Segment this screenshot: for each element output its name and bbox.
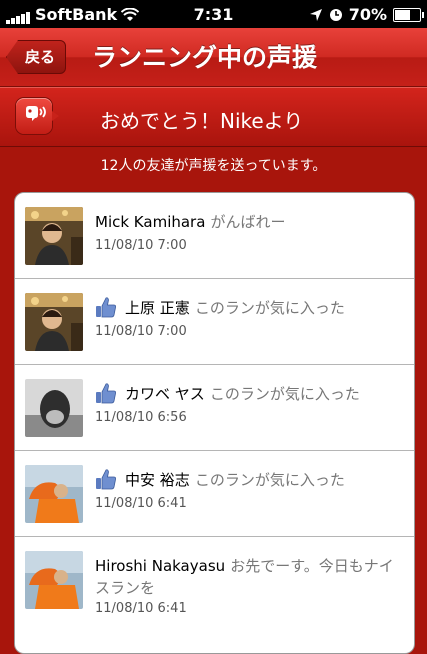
like-thumbs-up-icon — [96, 383, 116, 404]
timestamp: 11/08/10 6:41 — [95, 496, 187, 511]
timestamp: 11/08/10 6:56 — [95, 410, 187, 425]
status-right-group: 70% — [309, 5, 424, 24]
cheer-banner[interactable]: おめでとう！Nikeより — [0, 87, 427, 147]
alarm-icon — [329, 8, 342, 21]
friend-name: Hiroshi Nakayasu — [95, 557, 226, 575]
status-bar: SoftBank 7:31 70% — [0, 0, 427, 28]
item-text: カワベ ヤス このランが気に入った — [125, 383, 404, 405]
item-text: Hiroshi Nakayasu お先でーす。今日もナイスランを — [95, 555, 404, 599]
back-button[interactable]: 戻る — [6, 40, 67, 74]
avatar — [25, 551, 83, 609]
timestamp: 11/08/10 6:41 — [95, 601, 187, 616]
friends-count-text: 12人の友達が声援を送っています。 — [100, 158, 327, 174]
friend-name: Mick Kamihara — [95, 213, 206, 231]
battery-icon — [393, 7, 424, 22]
cheer-message: がんばれー — [210, 213, 286, 231]
cheer-list: Mick Kamihara がんばれー 11/08/10 7:00 上原 正憲 … — [14, 192, 415, 654]
cheer-message: このランが気に入った — [209, 385, 360, 403]
timestamp: 11/08/10 7:00 — [95, 238, 187, 253]
item-text: 上原 正憲 このランが気に入った — [125, 297, 404, 319]
like-thumbs-up-icon — [96, 469, 116, 490]
list-item[interactable]: 上原 正憲 このランが気に入った 11/08/10 7:00 — [15, 279, 414, 365]
list-item[interactable]: Mick Kamihara がんばれー 11/08/10 7:00 — [15, 193, 414, 279]
list-item[interactable]: カワベ ヤス このランが気に入った 11/08/10 6:56 — [15, 365, 414, 451]
page-title: ランニング中の声援 — [92, 43, 318, 72]
item-text: 中安 裕志 このランが気に入った — [125, 469, 404, 491]
friend-name: 上原 正憲 — [125, 299, 190, 317]
battery-fill — [395, 9, 411, 20]
avatar — [25, 465, 83, 523]
cheer-icon — [16, 98, 59, 134]
friend-name: カワベ ヤス — [125, 385, 205, 403]
cheer-message: このランが気に入った — [194, 471, 345, 489]
avatar — [25, 207, 83, 265]
list-item[interactable]: 中安 裕志 このランが気に入った 11/08/10 6:41 — [15, 451, 414, 537]
avatar — [25, 293, 83, 351]
location-icon — [309, 8, 322, 21]
banner-message: おめでとう！Nikeより — [100, 109, 304, 133]
friend-name: 中安 裕志 — [125, 471, 190, 489]
avatar — [25, 379, 83, 437]
cheer-message: このランが気に入った — [194, 299, 345, 317]
battery-percent: 70% — [348, 5, 387, 24]
item-text: Mick Kamihara がんばれー — [95, 211, 404, 233]
timestamp: 11/08/10 7:00 — [95, 324, 187, 339]
like-thumbs-up-icon — [96, 297, 116, 318]
list-item[interactable]: Hiroshi Nakayasu お先でーす。今日もナイスランを 11/08/1… — [15, 537, 414, 647]
navigation-bar: 戻る ランニング中の声援 — [0, 28, 427, 87]
